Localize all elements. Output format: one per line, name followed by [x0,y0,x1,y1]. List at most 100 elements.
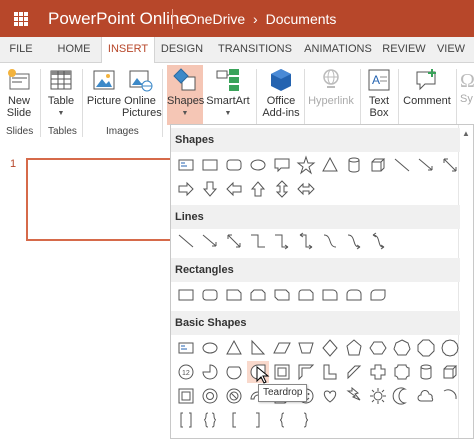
cloud-icon[interactable] [415,385,437,407]
round-single-corner-rectangle-icon[interactable] [319,284,341,306]
left-brace-icon[interactable] [271,409,293,431]
elbow-double-arrow-connector-icon[interactable] [295,230,317,252]
breadcrumb-documents[interactable]: Documents [266,11,337,27]
half-frame-icon[interactable] [295,361,317,383]
can-icon[interactable] [415,361,437,383]
diamond-icon[interactable] [319,337,341,359]
round-same-side-rectangle-icon[interactable] [343,284,365,306]
l-shape-icon[interactable] [319,361,341,383]
left-bracket-icon[interactable] [223,409,245,431]
tab-file[interactable]: FILE [4,37,38,62]
symbol-button[interactable]: Ω Sy [460,67,474,105]
up-arrow-shape-icon[interactable] [247,178,269,200]
pie-icon[interactable] [199,361,221,383]
hyperlink-label: Hyperlink [308,95,354,107]
cube-shape-icon[interactable] [367,154,389,176]
tab-design[interactable]: DESIGN [158,37,206,62]
snip-round-rectangle-icon[interactable] [295,284,317,306]
tab-animations[interactable]: ANIMATIONS [302,37,374,62]
breadcrumb-onedrive[interactable]: OneDrive [186,11,245,27]
app-launcher-icon[interactable] [14,12,28,26]
snip-single-corner-rectangle-icon[interactable] [223,284,245,306]
tab-transitions[interactable]: TRANSITIONS [214,37,296,62]
heptagon-icon[interactable] [391,337,413,359]
shapes-button[interactable]: Shapes ▼ [167,65,204,125]
text-box-button[interactable]: A Text Box [364,67,394,119]
curved-double-arrow-connector-icon[interactable] [367,230,389,252]
slide-thumbnail[interactable] [26,158,174,241]
speech-bubble-shape-icon[interactable] [271,154,293,176]
right-triangle-icon[interactable] [247,337,269,359]
line-shape-icon[interactable] [391,154,413,176]
tab-insert[interactable]: INSERT [101,37,155,63]
rounded-rectangle-icon[interactable] [199,284,221,306]
hexagon-icon[interactable] [367,337,389,359]
text-box-shape-icon[interactable] [175,154,197,176]
isosceles-triangle-icon[interactable] [223,337,245,359]
round-diagonal-rectangle-icon[interactable] [367,284,389,306]
double-arrow-line-shape-icon[interactable] [439,154,461,176]
double-brace-icon[interactable] [199,409,221,431]
arrow-line-icon[interactable] [199,230,221,252]
rounded-rectangle-shape-icon[interactable] [223,154,245,176]
basic-text-box-icon[interactable] [175,337,197,359]
arrow-line-shape-icon[interactable] [415,154,437,176]
double-arrow-icon[interactable] [223,230,245,252]
table-button[interactable]: Table ▼ [44,67,78,120]
curved-arrow-connector-icon[interactable] [343,230,365,252]
pentagon-icon[interactable] [343,337,365,359]
right-brace-icon[interactable] [295,409,317,431]
sun-icon[interactable] [367,385,389,407]
tab-view[interactable]: VIEW [434,37,468,62]
left-right-arrow-shape-icon[interactable] [295,178,317,200]
moon-icon[interactable] [391,385,413,407]
star-shape-icon[interactable] [295,154,317,176]
right-bracket-icon[interactable] [247,409,269,431]
tab-home[interactable]: HOME [52,37,96,62]
online-pictures-button[interactable]: Online Pictures [122,67,162,119]
rectangle-shape-icon[interactable] [199,154,221,176]
oval-shape-icon[interactable] [247,154,269,176]
comment-button[interactable]: Comment [402,67,452,107]
curved-connector-icon[interactable] [319,230,341,252]
plaque-icon[interactable] [391,361,413,383]
frame-icon[interactable] [271,361,293,383]
basic-oval-icon[interactable] [199,337,221,359]
dodecagon-icon[interactable]: 12 [175,361,197,383]
snip-diagonal-rectangle-icon[interactable] [271,284,293,306]
donut-icon[interactable] [199,385,221,407]
hyperlink-button[interactable]: Hyperlink [306,67,356,107]
diagonal-stripe-icon[interactable] [343,361,365,383]
heart-icon[interactable] [319,385,341,407]
chord-icon[interactable] [223,361,245,383]
straight-line-icon[interactable] [175,230,197,252]
no-symbol-icon[interactable] [223,385,245,407]
arc-icon[interactable] [439,385,461,407]
rectangle-icon[interactable] [175,284,197,306]
decagon-icon[interactable] [439,337,461,359]
bevel-icon[interactable] [175,385,197,407]
scroll-up-arrow-icon[interactable]: ▲ [462,129,470,138]
elbow-connector-icon[interactable] [247,230,269,252]
elbow-arrow-connector-icon[interactable] [271,230,293,252]
double-bracket-icon[interactable] [175,409,197,431]
parallelogram-icon[interactable] [271,337,293,359]
triangle-shape-icon[interactable] [319,154,341,176]
picture-button[interactable]: Picture [86,67,122,107]
octagon-icon[interactable] [415,337,437,359]
smartart-button[interactable]: SmartArt ▼ [206,67,250,120]
down-arrow-shape-icon[interactable] [199,178,221,200]
lightning-bolt-icon[interactable] [343,385,365,407]
new-slide-button[interactable]: New Slide [2,67,36,119]
right-arrow-shape-icon[interactable] [175,178,197,200]
left-arrow-shape-icon[interactable] [223,178,245,200]
cross-icon[interactable] [367,361,389,383]
snip-same-side-rectangle-icon[interactable] [247,284,269,306]
office-addins-button[interactable]: Office Add-ins [262,67,300,119]
tab-review[interactable]: REVIEW [382,37,426,62]
cube-icon[interactable] [439,361,461,383]
app-title[interactable]: PowerPoint Online [48,9,189,29]
cylinder-shape-icon[interactable] [343,154,365,176]
trapezoid-icon[interactable] [295,337,317,359]
up-down-arrow-shape-icon[interactable] [271,178,293,200]
